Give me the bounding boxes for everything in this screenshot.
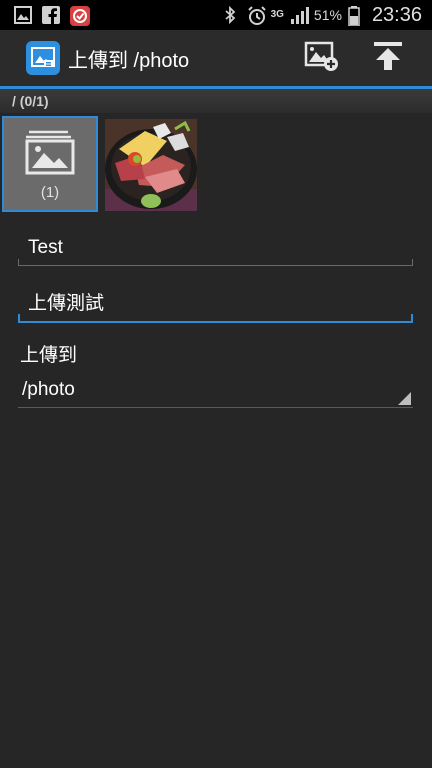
album-count: (1) — [40, 184, 60, 201]
upload-destination-select[interactable]: /photo — [18, 372, 413, 408]
upload-destination-value: /photo — [22, 378, 75, 400]
facebook-icon — [42, 6, 60, 24]
battery-icon — [348, 6, 366, 27]
status-bar: 3G 51% 23:36 — [0, 0, 432, 30]
app-notification-icon — [70, 6, 90, 26]
add-photo-button[interactable] — [300, 36, 344, 80]
bluetooth-icon — [223, 5, 241, 25]
alarm-icon — [247, 6, 266, 25]
upload-button[interactable] — [366, 36, 410, 80]
upload-to-label: 上傳到 — [20, 345, 78, 366]
clock: 23:36 — [371, 3, 422, 26]
battery-percent: 51% — [313, 7, 342, 23]
album-thumbnail[interactable]: (1) — [2, 116, 98, 212]
photo-album-icon — [24, 127, 76, 180]
upload-icon — [372, 40, 404, 77]
description-input[interactable]: 上傳測試 — [18, 287, 413, 323]
dropdown-arrow-icon — [398, 392, 411, 405]
action-bar: 上傳到 /photo — [0, 30, 432, 86]
photo-thumbnail[interactable] — [105, 119, 197, 211]
network-type: 3G — [270, 9, 284, 20]
path-header: / (0/1) — [0, 89, 432, 113]
gallery-icon — [14, 6, 32, 24]
page-title: 上傳到 /photo — [68, 49, 190, 72]
add-photo-icon — [304, 40, 340, 77]
signal-icon — [290, 6, 309, 24]
app-logo-icon[interactable] — [26, 41, 60, 75]
title-input[interactable]: Test — [18, 230, 413, 266]
